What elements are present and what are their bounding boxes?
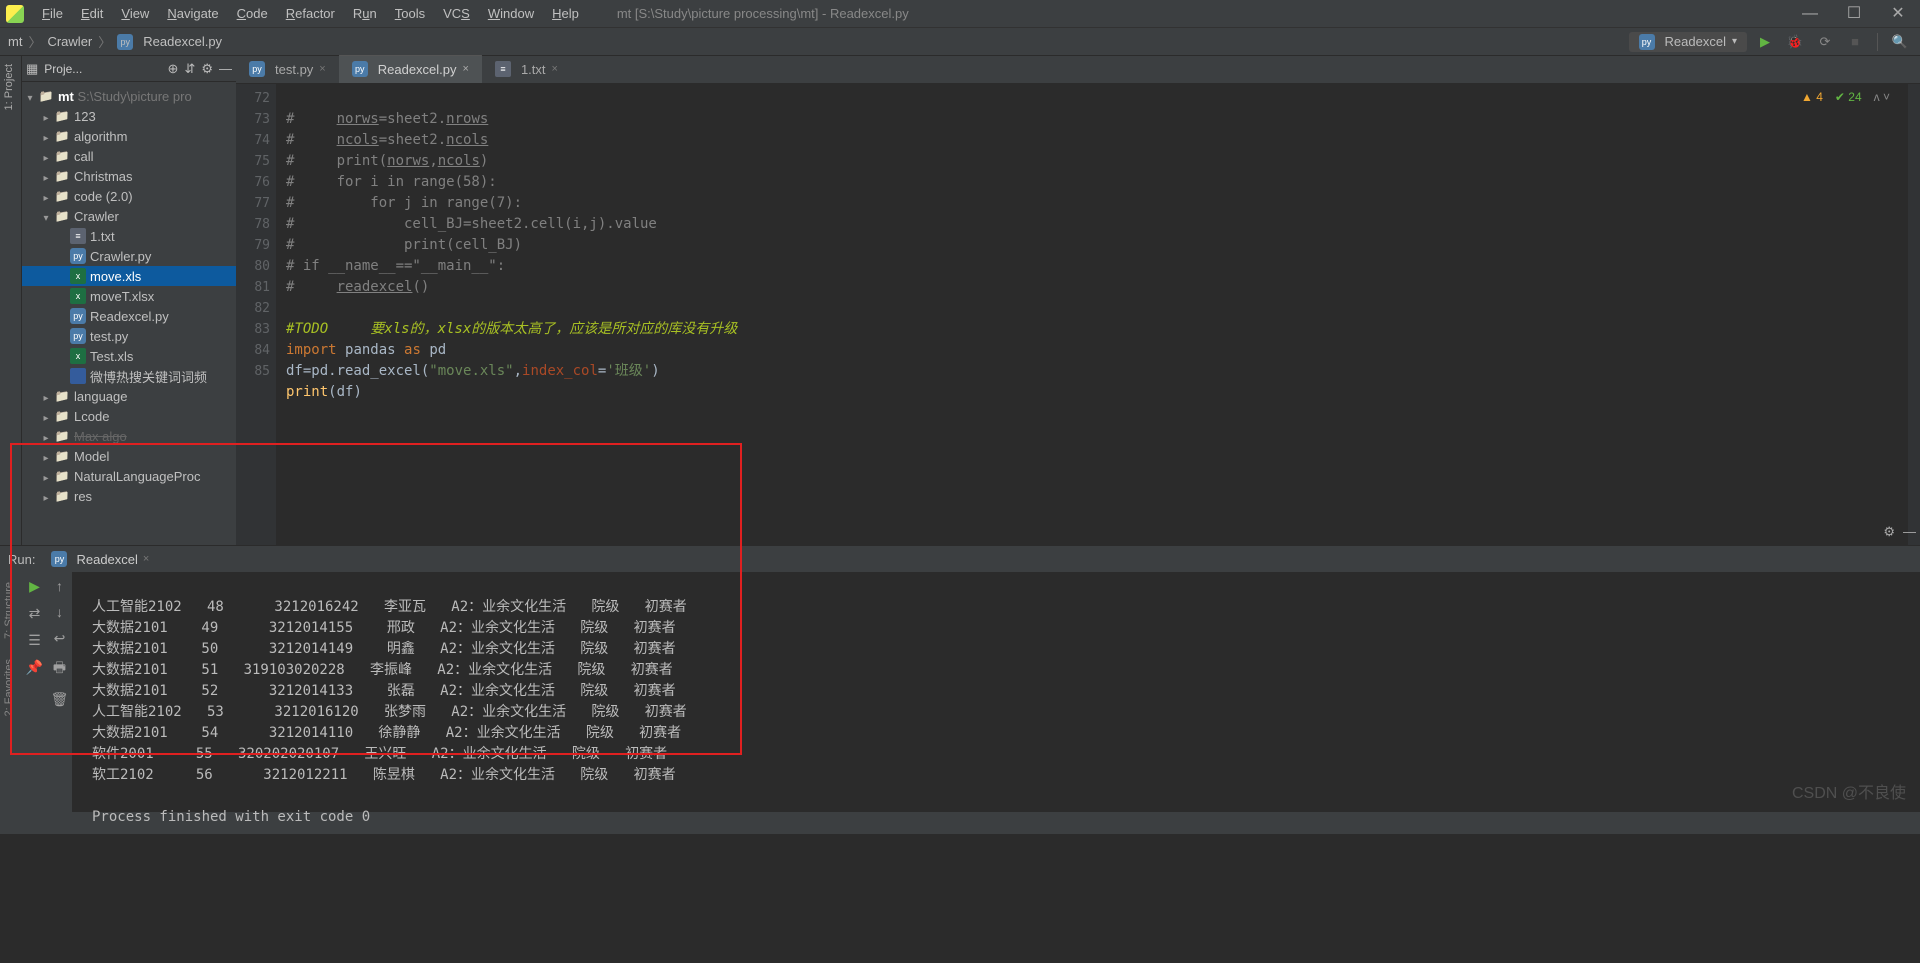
python-icon — [117, 34, 133, 50]
close-icon[interactable]: ✕ — [1876, 0, 1920, 28]
tab-test[interactable]: test.py× — [236, 55, 339, 83]
run-button[interactable]: ▶ — [1753, 30, 1777, 54]
run-tab[interactable]: Readexcel × — [45, 548, 155, 570]
menu-navigate[interactable]: Navigate — [159, 3, 226, 24]
print-icon[interactable]: 🖶 — [53, 657, 66, 681]
maximize-icon[interactable]: ☐ — [1832, 0, 1876, 28]
menu-edit[interactable]: Edit — [73, 3, 111, 24]
minimize-icon[interactable]: — — [1788, 0, 1832, 28]
window-title: mt [S:\Study\picture processing\mt] - Re… — [617, 6, 909, 21]
chevron-icon[interactable]: ʌ ˅ — [1874, 90, 1890, 104]
tab-readexcel[interactable]: Readexcel.py× — [339, 55, 482, 83]
down-icon[interactable]: ↓ — [56, 604, 63, 620]
project-pane: ▦ Proje... ⊕ ⇵ ⚙ — mt S:\Study\picture p… — [22, 56, 236, 545]
tree-file[interactable]: 1.txt — [22, 226, 236, 246]
inspection-widget[interactable]: ▲ 4 ✔ 24 ʌ ˅ — [1801, 90, 1890, 104]
line-gutter: 7273747576777879808182838485 — [236, 84, 276, 545]
tree-root[interactable]: mt S:\Study\picture pro — [22, 86, 236, 106]
watermark: CSDN @不良使 — [1792, 779, 1906, 803]
app-logo-icon — [6, 5, 24, 23]
favorites-tool-tab[interactable]: 2: Favorites — [0, 649, 18, 726]
menu-help[interactable]: Help — [544, 3, 587, 24]
close-tab-icon[interactable]: × — [552, 63, 558, 75]
tree-folder[interactable]: 123 — [22, 106, 236, 126]
tree-folder[interactable]: language — [22, 386, 236, 406]
structure-tool-tab[interactable]: 7: Structure — [0, 572, 18, 649]
down-button[interactable]: ☰ — [28, 632, 41, 649]
tree-folder[interactable]: Model — [22, 446, 236, 466]
menu-file[interactable]: File — [34, 3, 71, 24]
left-tool-strip: 1: Project — [0, 56, 22, 545]
tree-folder[interactable]: Lcode — [22, 406, 236, 426]
menu-refactor[interactable]: Refactor — [278, 3, 343, 24]
wrap-icon[interactable]: ↩ — [54, 630, 66, 647]
search-button[interactable]: 🔍 — [1888, 30, 1912, 54]
warning-icon[interactable]: ▲ 4 — [1801, 90, 1823, 104]
navigation-bar: mt〉 Crawler〉 Readexcel.py Readexcel ▾ ▶ … — [0, 28, 1920, 56]
project-tool-tab[interactable]: 1: Project — [0, 56, 18, 118]
console-output[interactable]: 人工智能2102 48 3212016242 李亚瓦 A2：业余文化生活 院级 … — [72, 572, 1920, 812]
project-label: Proje... — [44, 62, 82, 76]
hide-icon[interactable]: — — [1903, 524, 1916, 540]
main-menu: File Edit View Navigate Code Refactor Ru… — [34, 3, 587, 24]
tree-file[interactable]: Test.xls — [22, 346, 236, 366]
settings-icon[interactable]: ⚙ — [1883, 524, 1895, 540]
code-area[interactable]: # norws=sheet2.nrows # ncols=sheet2.ncol… — [276, 84, 1920, 545]
menu-code[interactable]: Code — [229, 3, 276, 24]
up-icon[interactable]: ↑ — [56, 578, 63, 594]
code-editor[interactable]: 7273747576777879808182838485 # norws=she… — [236, 84, 1920, 545]
editor-overview-ruler[interactable] — [1908, 84, 1920, 545]
collapse-icon[interactable]: ⇵ — [184, 61, 195, 77]
project-view-icon[interactable]: ▦ — [26, 61, 38, 77]
menu-run[interactable]: Run — [345, 3, 385, 24]
tree-folder[interactable]: call — [22, 146, 236, 166]
tree-file[interactable]: Readexcel.py — [22, 306, 236, 326]
settings-icon[interactable]: ⚙ — [201, 61, 213, 77]
menu-tools[interactable]: Tools — [387, 3, 433, 24]
coverage-button[interactable]: ⟳ — [1813, 30, 1837, 54]
hide-icon[interactable]: — — [219, 61, 232, 76]
project-tree[interactable]: mt S:\Study\picture pro 123 algorithm ca… — [22, 82, 236, 510]
tree-file[interactable]: 微博热搜关键词词频 — [22, 366, 236, 386]
tree-folder-excluded[interactable]: Max algo — [22, 426, 236, 446]
tab-txt[interactable]: 1.txt× — [482, 55, 571, 83]
run-config-selector[interactable]: Readexcel ▾ — [1629, 32, 1747, 52]
breadcrumb: mt〉 Crawler〉 Readexcel.py — [8, 32, 222, 51]
title-bar: File Edit View Navigate Code Refactor Ru… — [0, 0, 1920, 28]
close-tab-icon[interactable]: × — [463, 63, 469, 75]
editor-tabs: test.py× Readexcel.py× 1.txt× — [236, 56, 1920, 84]
stop-button[interactable]: ■ — [1843, 30, 1867, 54]
tree-folder[interactable]: res — [22, 486, 236, 506]
target-icon[interactable]: ⊕ — [168, 61, 179, 77]
close-tab-icon[interactable]: × — [319, 63, 325, 75]
left-tool-strip-bottom: 7: Structure 2: Favorites — [0, 572, 22, 812]
pin-button[interactable]: 📌 — [26, 659, 43, 676]
menu-vcs[interactable]: VCS — [435, 3, 478, 24]
bc-root[interactable]: mt — [8, 34, 22, 49]
trash-icon[interactable]: 🗑 — [51, 691, 69, 708]
run-title: Run: — [8, 552, 35, 567]
tree-folder[interactable]: code (2.0) — [22, 186, 236, 206]
tree-folder[interactable]: NaturalLanguageProc — [22, 466, 236, 486]
debug-button[interactable]: 🐞 — [1783, 30, 1807, 54]
bc-folder[interactable]: Crawler — [47, 34, 92, 49]
bc-file[interactable]: Readexcel.py — [143, 34, 222, 49]
ok-icon[interactable]: ✔ 24 — [1835, 90, 1862, 104]
close-tab-icon[interactable]: × — [143, 553, 149, 565]
layout-button[interactable]: ⇄ — [29, 605, 41, 622]
tree-folder-crawler[interactable]: Crawler — [22, 206, 236, 226]
run-config-label: Readexcel — [1665, 34, 1726, 49]
tree-file-selected[interactable]: move.xls — [22, 266, 236, 286]
tree-file[interactable]: moveT.xlsx — [22, 286, 236, 306]
tree-file[interactable]: test.py — [22, 326, 236, 346]
run-tool-window: Run: Readexcel × ⚙ — 7: Structure 2: Fav… — [0, 545, 1920, 812]
rerun-button[interactable]: ▶ — [29, 578, 40, 595]
menu-view[interactable]: View — [113, 3, 157, 24]
tree-folder[interactable]: Christmas — [22, 166, 236, 186]
tree-file[interactable]: Crawler.py — [22, 246, 236, 266]
tree-folder[interactable]: algorithm — [22, 126, 236, 146]
python-icon — [1639, 34, 1655, 50]
menu-window[interactable]: Window — [480, 3, 542, 24]
